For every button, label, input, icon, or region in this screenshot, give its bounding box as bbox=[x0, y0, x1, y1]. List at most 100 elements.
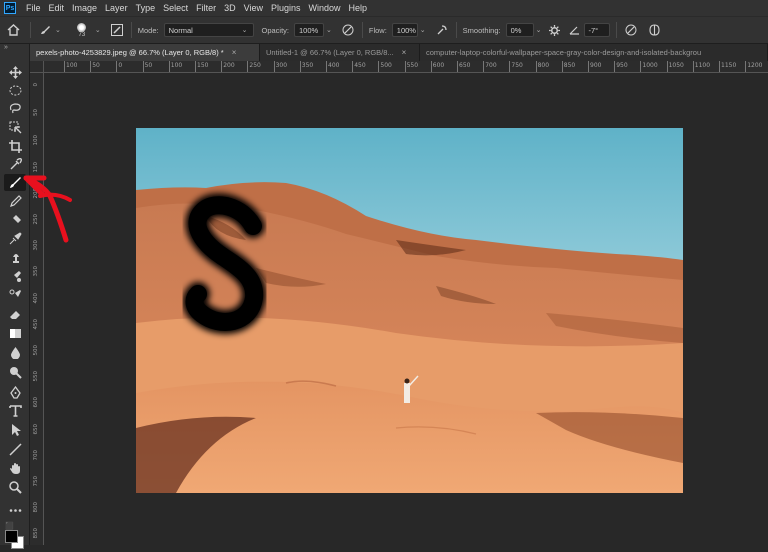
ruler-tick bbox=[640, 61, 642, 72]
chevron-down-icon[interactable]: ⌄ bbox=[95, 26, 101, 34]
home-icon[interactable] bbox=[0, 24, 26, 36]
menu-view[interactable]: View bbox=[240, 3, 267, 13]
pencil-tool[interactable] bbox=[4, 193, 26, 210]
smoothing-field[interactable]: 0% bbox=[505, 23, 534, 37]
close-icon[interactable]: × bbox=[402, 48, 407, 57]
tab-computer-laptop-wallpaper[interactable]: computer-laptop-colorful-wallpaper-space… bbox=[420, 44, 768, 61]
symmetry-icon[interactable] bbox=[647, 24, 663, 36]
tab-label: pexels-photo-4253829.jpeg @ 66.7% (Layer… bbox=[36, 48, 224, 57]
ruler-tick-label: 1050 bbox=[668, 62, 684, 69]
swap-colors-icon[interactable]: ⬛ bbox=[5, 522, 14, 530]
chevron-down-icon[interactable]: ⌄ bbox=[536, 26, 542, 34]
menu-3d[interactable]: 3D bbox=[220, 3, 240, 13]
chevron-down-icon[interactable]: ⌄ bbox=[55, 26, 61, 34]
zoom-icon bbox=[8, 481, 22, 494]
ruler-tick bbox=[378, 61, 380, 72]
dodge-tool[interactable] bbox=[4, 364, 26, 381]
brush-size-picker[interactable]: 73 bbox=[71, 22, 93, 38]
ruler-tick-label: 550 bbox=[33, 371, 39, 382]
marquee-tool[interactable] bbox=[4, 82, 26, 99]
healing-icon bbox=[9, 232, 22, 245]
menu-type[interactable]: Type bbox=[132, 3, 160, 13]
move-tool[interactable] bbox=[4, 64, 26, 81]
menu-select[interactable]: Select bbox=[159, 3, 192, 13]
eraser-tool[interactable] bbox=[4, 306, 26, 323]
ruler-tick-label: 350 bbox=[33, 266, 39, 277]
gear-icon[interactable] bbox=[548, 24, 562, 36]
smoothing-value: 0% bbox=[510, 26, 522, 35]
healing-tool[interactable] bbox=[4, 230, 26, 247]
path-select-tool[interactable] bbox=[4, 421, 26, 438]
ruler-corner bbox=[30, 61, 44, 73]
mode-value: Normal bbox=[168, 26, 193, 35]
more-tools[interactable] bbox=[4, 502, 26, 519]
ruler-tick-label: 900 bbox=[590, 62, 602, 69]
document-canvas[interactable] bbox=[136, 128, 683, 493]
menu-file[interactable]: File bbox=[22, 3, 45, 13]
pressure-opacity-icon[interactable] bbox=[340, 24, 356, 36]
brush-settings-icon[interactable] bbox=[109, 24, 125, 36]
gradient-icon bbox=[9, 329, 21, 338]
canvas-area[interactable] bbox=[44, 73, 768, 545]
brush-preset-icon[interactable] bbox=[37, 24, 53, 36]
lasso-tool[interactable] bbox=[4, 100, 26, 117]
smudge-tool[interactable] bbox=[4, 249, 26, 266]
chevron-down-icon[interactable]: ⌄ bbox=[326, 26, 332, 34]
object-select-icon bbox=[9, 121, 21, 134]
vertical-ruler[interactable]: 0 50 100 150 200 250 300 350 400 450 500 550 600 650 7… bbox=[30, 73, 44, 545]
flow-field[interactable]: 100% bbox=[391, 23, 418, 37]
eyedropper-tool[interactable] bbox=[4, 156, 26, 173]
mode-label: Mode: bbox=[137, 25, 159, 35]
ruler-tick-label: 1100 bbox=[694, 62, 711, 69]
ruler-tick bbox=[64, 61, 65, 72]
ruler-tick bbox=[221, 61, 223, 72]
ruler-tick-label: 850 bbox=[563, 62, 576, 69]
blur-tool[interactable] bbox=[4, 344, 26, 361]
menu-image[interactable]: Image bbox=[68, 3, 101, 13]
opacity-field[interactable]: 100% bbox=[294, 23, 324, 37]
crop-tool[interactable] bbox=[4, 138, 26, 155]
ruler-tick-label: 850 bbox=[33, 528, 39, 539]
angle-field[interactable]: -7° bbox=[583, 23, 610, 37]
type-tool[interactable] bbox=[4, 402, 26, 419]
tab-untitled-1[interactable]: Untitled-1 @ 66.7% (Layer 0, RGB/8... × bbox=[260, 44, 420, 61]
clone-stamp-tool[interactable] bbox=[4, 268, 26, 285]
menu-filter[interactable]: Filter bbox=[192, 3, 220, 13]
separator bbox=[455, 22, 457, 38]
ruler-tick-label: 650 bbox=[459, 62, 471, 69]
ruler-tick bbox=[509, 61, 511, 72]
object-select-tool[interactable] bbox=[4, 119, 26, 136]
clone-stamp-icon bbox=[9, 271, 21, 282]
airbrush-icon[interactable] bbox=[434, 24, 450, 36]
ruler-tick-label: 0 bbox=[118, 62, 123, 69]
pen-tool[interactable] bbox=[4, 384, 26, 401]
ruler-tick bbox=[352, 61, 354, 72]
menu-plugins[interactable]: Plugins bbox=[267, 3, 305, 13]
pressure-size-icon[interactable] bbox=[623, 24, 639, 36]
zoom-tool[interactable] bbox=[4, 479, 26, 496]
stamp-tool[interactable] bbox=[4, 212, 26, 229]
ruler-tick bbox=[326, 61, 327, 72]
gradient-tool[interactable] bbox=[4, 325, 26, 342]
menu-help[interactable]: Help bbox=[345, 3, 372, 13]
horizontal-ruler[interactable]: 100 50 0 50 100 150 200 250 300 350 400 450 500 550 60… bbox=[44, 61, 768, 73]
history-brush-tool[interactable] bbox=[4, 287, 26, 304]
hand-tool[interactable] bbox=[4, 460, 26, 477]
menu-edit[interactable]: Edit bbox=[45, 3, 69, 13]
ruler-tick-label: 50 bbox=[92, 62, 100, 69]
close-icon[interactable]: × bbox=[232, 48, 237, 57]
color-swatches[interactable]: ⬛ bbox=[4, 522, 26, 552]
chevron-down-icon[interactable]: ⌄ bbox=[420, 26, 426, 34]
chevron-down-icon[interactable]: ⌄ bbox=[242, 26, 248, 34]
collapse-icon[interactable]: » bbox=[4, 44, 8, 51]
menu-layer[interactable]: Layer bbox=[101, 3, 132, 13]
pen-icon bbox=[9, 386, 21, 399]
pencil-icon bbox=[9, 195, 22, 207]
foreground-color-swatch[interactable] bbox=[5, 530, 18, 543]
mode-select[interactable]: Normal bbox=[163, 23, 254, 37]
menu-window[interactable]: Window bbox=[305, 3, 345, 13]
line-tool[interactable] bbox=[4, 441, 26, 458]
tab-pexels-photo[interactable]: pexels-photo-4253829.jpeg @ 66.7% (Layer… bbox=[30, 44, 260, 61]
brush-tool[interactable] bbox=[4, 174, 26, 191]
ruler-tick-label: 950 bbox=[616, 62, 628, 69]
